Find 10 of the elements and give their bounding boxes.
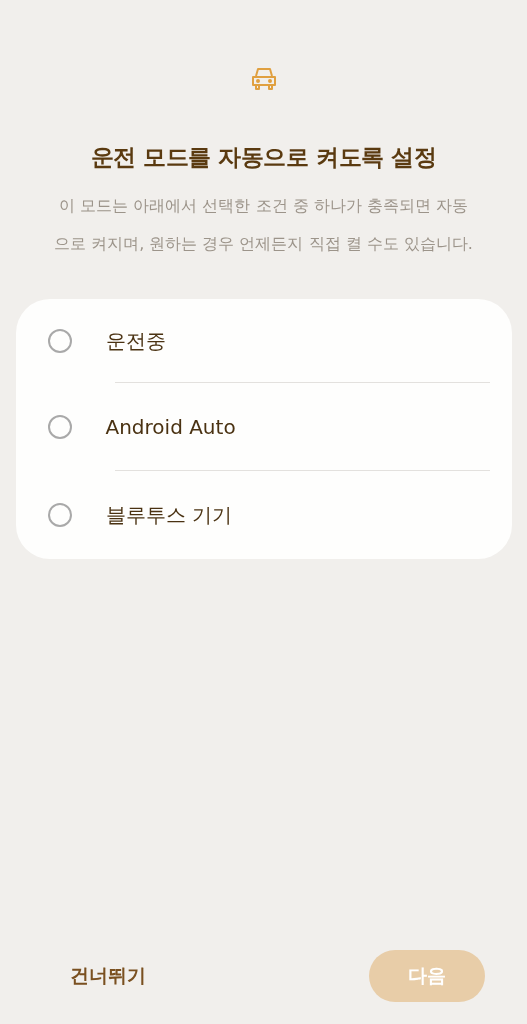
radio-button[interactable] bbox=[47, 415, 72, 439]
car-icon bbox=[249, 66, 278, 92]
radio-button[interactable] bbox=[47, 329, 72, 353]
skip-button[interactable]: 건너뛰기 bbox=[50, 955, 166, 997]
option-label[interactable]: Android Auto bbox=[105, 415, 236, 439]
page-title: 운전 모드를 자동으로 켜도록 설정 bbox=[91, 143, 436, 172]
description: 이 모드는 아래에서 선택한 조건 중 하나가 충족되면 자동으로 켜지며, 원하는 경우 언제든지 직접 켤 수도 있습니다. bbox=[53, 195, 474, 255]
option-label[interactable]: 운전중 bbox=[105, 327, 166, 355]
option-label[interactable]: 블루투스 기기 bbox=[105, 501, 232, 529]
radio-button[interactable] bbox=[47, 503, 72, 527]
